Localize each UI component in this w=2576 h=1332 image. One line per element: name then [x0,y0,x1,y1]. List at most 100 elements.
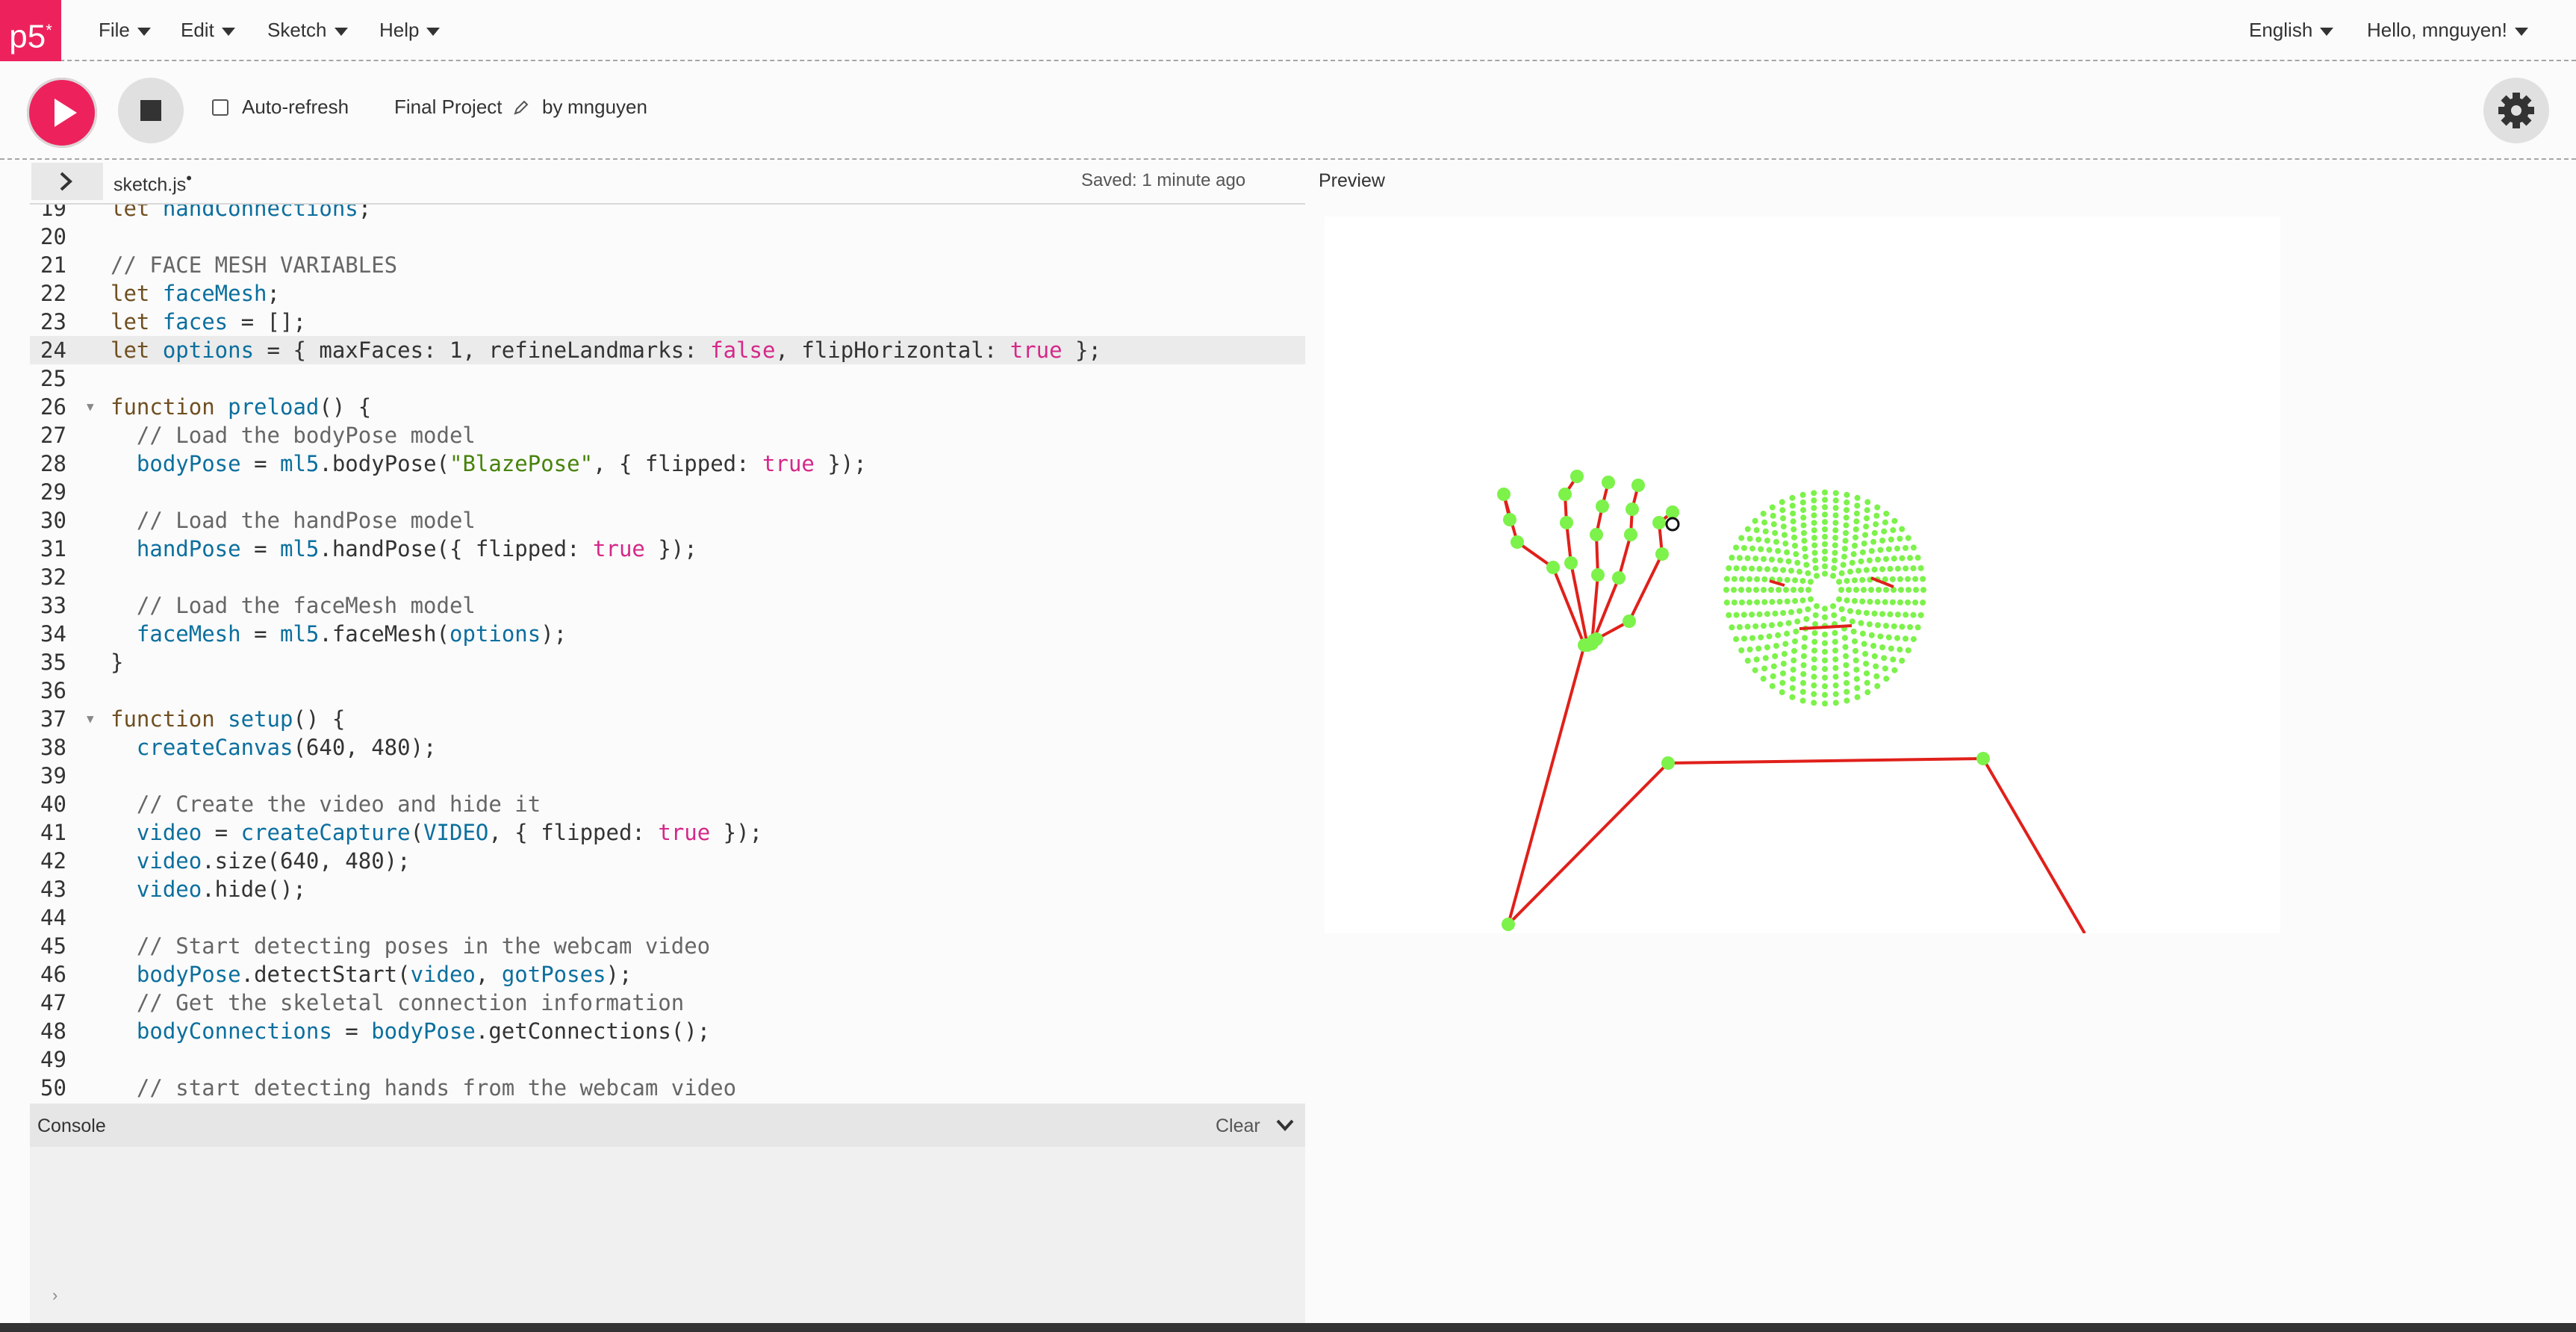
code-line[interactable]: 38 createCanvas(640, 480); [30,733,1305,762]
line-number: 30 [40,508,66,533]
menu-sketch-label: Sketch [267,19,327,41]
face-point [1914,624,1921,631]
code-line[interactable]: 20 [30,222,1305,251]
code-line[interactable]: 27 // Load the bodyPose model [30,421,1305,449]
code-line[interactable]: 39 [30,762,1305,790]
code-line[interactable]: 23 let faces = []; [30,308,1305,336]
face-point [1890,656,1897,663]
line-number: 37 [40,706,66,732]
face-point [1738,587,1744,593]
face-point [1740,544,1747,551]
menu-sketch[interactable]: Sketch [267,0,348,60]
line-number: 39 [40,763,66,788]
line-number: 23 [40,309,66,334]
face-point [1853,518,1860,525]
menu-file[interactable]: File [99,0,151,60]
bone-line [1769,579,1785,587]
face-point [1920,600,1926,606]
hand-joint [1666,505,1679,519]
p5-logo[interactable]: p5* [0,0,61,61]
file-tab[interactable]: sketch.js• [113,169,192,196]
menu-help[interactable]: Help [379,0,441,60]
face-point [1844,577,1850,584]
face-point [1811,700,1817,706]
fold-arrow-icon[interactable]: ▼ [87,393,94,421]
code-line[interactable]: 24 let options = { maxFaces: 1, refineLan… [30,336,1305,364]
code-line[interactable]: 33 // Load the faceMesh model [30,591,1305,620]
code-line[interactable]: 40 // Create the video and hide it [30,790,1305,818]
sidebar-toggle-button[interactable] [31,163,103,200]
project-name[interactable]: Final Project [394,96,503,119]
face-point [1776,587,1782,593]
project-owner[interactable]: mnguyen [567,96,647,119]
face-point [1811,550,1818,556]
face-point [1910,636,1917,643]
code-line[interactable]: 25 [30,364,1305,393]
chevron-right-icon [60,172,72,191]
code-line[interactable]: 30 // Load the handPose model [30,506,1305,535]
language-menu[interactable]: English [2249,0,2334,60]
code-line[interactable]: 31 handPose = ml5.handPose({ flipped: tr… [30,535,1305,563]
face-point [1830,573,1836,579]
face-point [1794,618,1801,625]
code-line[interactable]: 21 // FACE MESH VARIABLES [30,251,1305,279]
pencil-icon[interactable] [512,99,530,116]
code-line[interactable]: 29 [30,478,1305,506]
preview-canvas [1325,217,2280,935]
face-point [1753,656,1760,663]
face-point [1874,504,1881,511]
face-point [1780,609,1787,616]
code-line[interactable]: 49 [30,1045,1305,1074]
code-line[interactable]: 45 // Start detecting poses in the webca… [30,932,1305,960]
face-point [1888,536,1894,543]
chevron-down-icon[interactable] [1274,1114,1296,1136]
code-line[interactable]: 48 bodyConnections = bodyPose.getConnect… [30,1017,1305,1045]
face-point [1852,638,1858,644]
code-editor[interactable]: 51 handPose.detectStart(video, gotHands)… [30,203,1305,1105]
face-point [1791,638,1798,644]
line-number: 35 [40,650,66,675]
fold-arrow-icon[interactable]: ▼ [87,705,94,733]
face-point [1871,610,1878,617]
user-menu[interactable]: Hello, mnguyen! [2367,0,2528,60]
code-line[interactable]: 34 faceMesh = ml5.faceMesh(options); [30,620,1305,648]
face-point [1832,505,1839,511]
code-line[interactable]: 32 [30,563,1305,591]
code-line[interactable]: 36 [30,676,1305,705]
code-line[interactable]: 22 let faceMesh; [30,279,1305,308]
code-line[interactable]: 50 // start detecting hands from the web… [30,1074,1305,1102]
face-point [1846,587,1852,593]
face-point [1897,599,1903,606]
face-point [1773,642,1779,649]
code-line[interactable]: 41 video = createCapture(VIDEO, { flippe… [30,818,1305,847]
face-point [1852,542,1858,549]
code-line[interactable]: 19 let handConnections; [30,205,1305,222]
console-prompt[interactable]: › [52,1286,57,1305]
face-point [1811,542,1818,549]
auto-refresh-checkbox[interactable] [212,99,228,116]
clear-console-button[interactable]: Clear [1216,1115,1260,1137]
code-line[interactable]: 46 bodyPose.detectStart(video, gotPoses)… [30,960,1305,989]
face-point [1769,599,1776,606]
code-line[interactable]: 43 video.hide(); [30,875,1305,903]
code-text: let options = { maxFaces: 1, refineLandm… [111,337,1101,363]
face-point [1791,526,1797,533]
stop-button[interactable] [118,78,184,143]
settings-button[interactable] [2483,78,2549,143]
face-point [1744,657,1751,664]
code-line[interactable]: 44 [30,903,1305,932]
code-line[interactable]: 28 bodyPose = ml5.bodyPose("BlazePose", … [30,449,1305,478]
code-line[interactable]: 26 ▼ function preload() { [30,393,1305,421]
code-line[interactable]: 35} [30,648,1305,676]
code-line[interactable]: 37 ▼ function setup() { [30,705,1305,733]
menu-edit[interactable]: Edit [181,0,235,60]
face-point [1822,563,1828,570]
code-line[interactable]: 42 video.size(640, 480); [30,847,1305,875]
play-button[interactable] [27,78,97,148]
face-point [1749,611,1755,618]
face-point [1760,510,1767,517]
code-text: bodyConnections = bodyPose.getConnection… [111,1018,711,1044]
face-point [1746,535,1753,542]
code-line[interactable]: 47 // Get the skeletal connection inform… [30,989,1305,1017]
face-point [1802,545,1808,552]
